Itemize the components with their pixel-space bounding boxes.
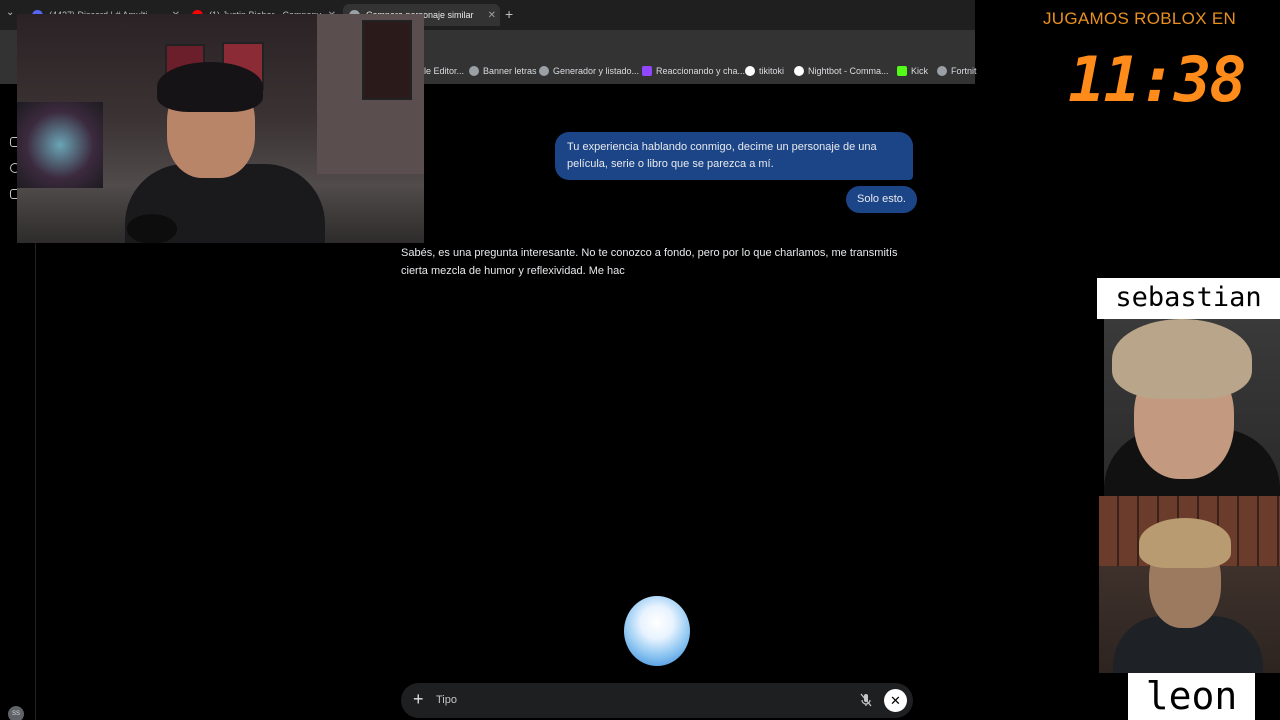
assistant-reply: Sabés, es una pregunta interesante. No t… xyxy=(401,247,898,277)
kick-icon xyxy=(897,66,907,76)
bookmark-label: tikitoki xyxy=(759,66,785,76)
bookmark-label: Fortnit xyxy=(951,66,977,76)
mic-off-icon[interactable] xyxy=(858,692,874,708)
bookmark-item[interactable]: Nightbot - Comma... xyxy=(794,66,889,76)
bookmark-label: Reaccionando y cha... xyxy=(656,66,746,76)
add-attachment-button[interactable]: + xyxy=(413,689,424,710)
bookmark-label: Kick xyxy=(911,66,929,76)
countdown-timer: 11:38 xyxy=(1068,43,1247,116)
webcam-person-hair xyxy=(157,62,263,112)
bookmark-label: Banner letras xyxy=(483,66,537,76)
avatar[interactable]: SS xyxy=(8,706,24,720)
globe-icon xyxy=(469,66,479,76)
name-label-bottom: leon xyxy=(1128,673,1255,720)
photo-hair xyxy=(1139,518,1231,568)
twitch-icon xyxy=(642,66,652,76)
message-input[interactable]: Tipo xyxy=(436,694,457,706)
poster xyxy=(362,20,412,100)
user-message: Solo esto. xyxy=(846,186,917,213)
bookmark-item[interactable]: Generador y listado... xyxy=(539,66,639,76)
bookmark-item[interactable]: Kick xyxy=(897,66,928,76)
webcam-monitor xyxy=(17,102,103,188)
bookmark-label: Generador y listado... xyxy=(553,66,640,76)
photo-hair xyxy=(1112,319,1252,399)
webcam-overlay xyxy=(17,14,424,243)
close-voice-button[interactable]: ✕ xyxy=(884,689,907,712)
bookmark-item[interactable]: le Editor... xyxy=(424,66,464,76)
comparison-photo-bottom xyxy=(1099,496,1280,673)
bookmark-item[interactable]: Fortnit xyxy=(937,66,977,76)
bookmark-item[interactable]: Banner letras xyxy=(469,66,537,76)
webcam-lamp xyxy=(127,214,177,243)
tiktok-icon xyxy=(745,66,755,76)
close-tab-icon[interactable]: ✕ xyxy=(488,10,496,21)
bookmark-item[interactable]: tikitoki xyxy=(745,66,784,76)
nightbot-icon xyxy=(794,66,804,76)
name-label-top: sebastian xyxy=(1097,278,1280,319)
bookmark-item[interactable]: Reaccionando y cha... xyxy=(642,66,745,76)
chat-input-bar: + Tipo ✕ xyxy=(401,683,913,718)
globe-icon xyxy=(539,66,549,76)
bookmark-label: Nightbot - Comma... xyxy=(808,66,889,76)
globe-icon xyxy=(937,66,947,76)
new-tab-button[interactable]: + xyxy=(505,6,513,22)
user-message: Tu experiencia hablando conmigo, decime … xyxy=(555,132,913,180)
voice-orb-icon xyxy=(624,596,690,666)
comparison-photo-top xyxy=(1104,319,1280,496)
tab-list-chevron-icon[interactable]: ⌄ xyxy=(6,7,14,18)
countdown-title: JUGAMOS ROBLOX EN xyxy=(1043,9,1237,28)
bookmark-label: le Editor... xyxy=(424,66,465,76)
